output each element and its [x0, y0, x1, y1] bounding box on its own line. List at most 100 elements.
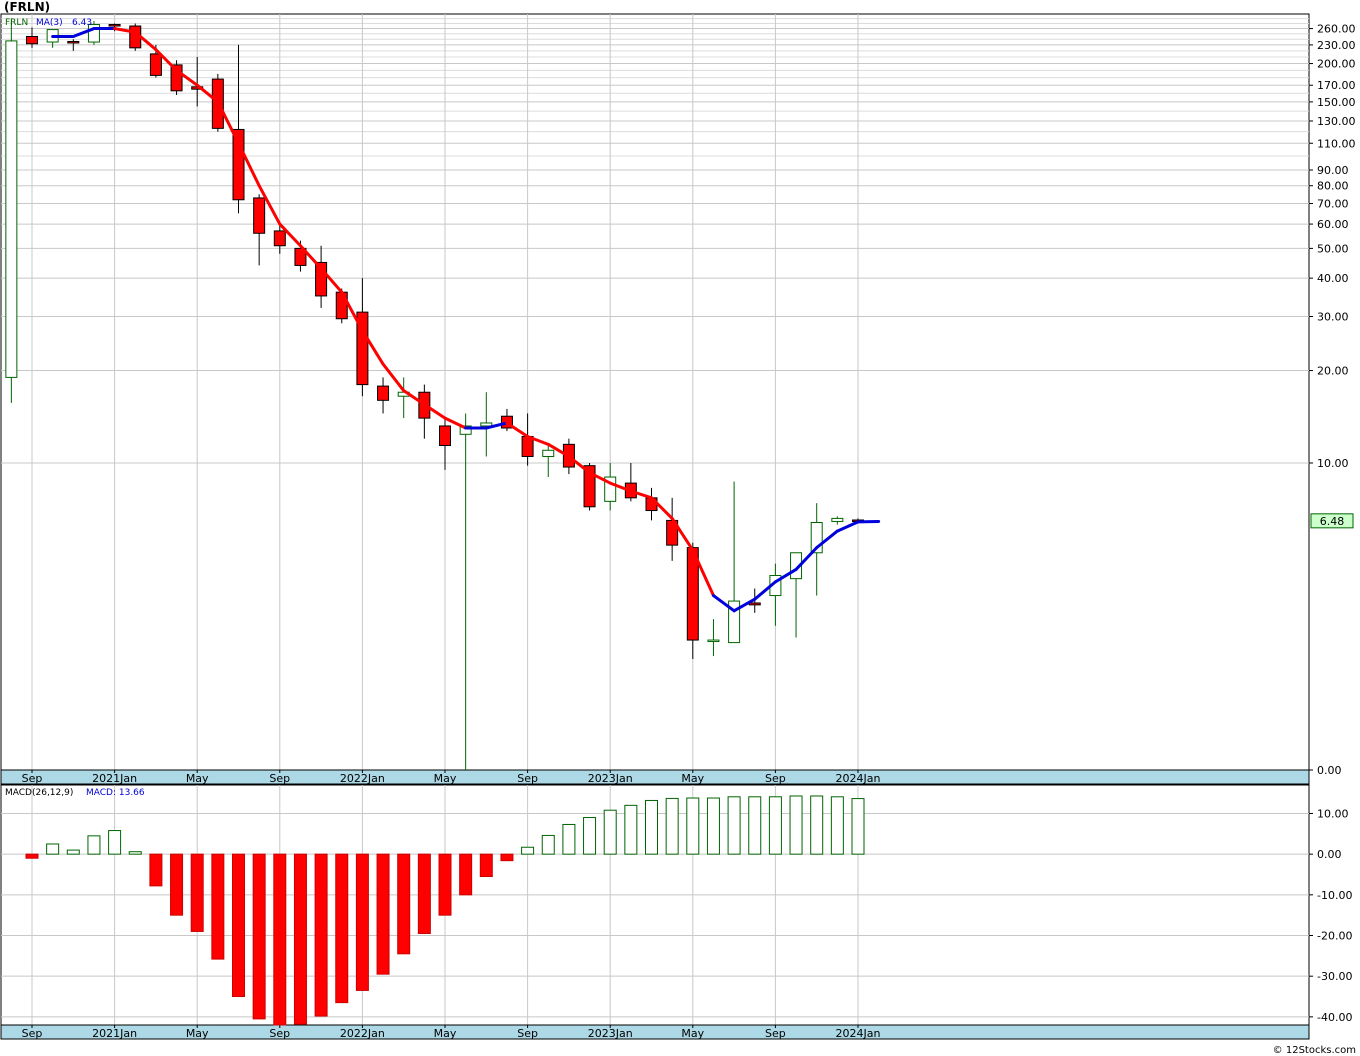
macd-bar-negative — [149, 853, 163, 887]
price-y-tick-label: 200.00 — [1317, 58, 1356, 71]
macd-bar-negative — [376, 853, 390, 975]
last-price-label: 6.48 — [1320, 515, 1345, 528]
macd-y-tick-label: -10.00 — [1317, 889, 1352, 902]
macd-x-tick-label: Sep — [22, 1027, 43, 1040]
price-x-tick-label: May — [434, 772, 457, 785]
price-y-tick-label: 30.00 — [1317, 310, 1349, 323]
macd-bar-positive — [562, 823, 576, 855]
candle-down — [748, 602, 761, 606]
macd-bar-positive — [851, 798, 865, 855]
macd-x-tick-label: Sep — [269, 1027, 290, 1040]
price-x-tick-label: Sep — [269, 772, 290, 785]
price-y-tick-label: 80.00 — [1317, 180, 1349, 193]
macd-bar-negative — [314, 853, 328, 1017]
candle-up — [480, 422, 493, 427]
price-y-tick-label: 130.00 — [1317, 115, 1356, 128]
price-legend-ma-label: MA(3) — [36, 18, 63, 28]
candle-down — [377, 385, 390, 401]
macd-bar-positive — [727, 796, 741, 855]
macd-bar-positive — [87, 835, 101, 855]
macd-y-tick-label: 0.00 — [1317, 848, 1342, 861]
macd-bar-negative — [438, 853, 452, 916]
macd-x-tick-label: May — [681, 1027, 704, 1040]
macd-bar-positive — [768, 796, 782, 855]
copyright-text: © 12Stocks.com — [1272, 1045, 1356, 1056]
macd-bar-negative — [459, 853, 473, 896]
macd-bar-negative — [211, 853, 225, 960]
candle-down — [273, 230, 286, 247]
macd-bar-negative — [355, 853, 369, 991]
macd-x-tick-label: 2024Jan — [836, 1027, 881, 1040]
candle-up — [5, 40, 18, 378]
price-y-tick-label: 10.00 — [1317, 457, 1349, 470]
macd-bar-negative — [190, 853, 204, 932]
macd-bar-positive — [645, 799, 658, 855]
price-y-tick-label: 70.00 — [1317, 198, 1349, 211]
price-y-tick-label: 50.00 — [1317, 242, 1349, 255]
candle-down — [149, 53, 162, 76]
macd-x-tick-label: 2021Jan — [92, 1027, 137, 1040]
macd-x-tick-label: May — [186, 1027, 209, 1040]
price-y-tick-label: 60.00 — [1317, 218, 1349, 231]
macd-bar-positive — [108, 830, 122, 855]
candle-down — [26, 35, 38, 45]
candle-down — [335, 291, 348, 320]
macd-bar-negative — [232, 853, 245, 998]
macd-bar-positive — [686, 797, 700, 855]
macd-bar-negative — [293, 853, 307, 1025]
price-legend-ma-value: 6.43 — [72, 18, 92, 28]
price-x-tick-label: 2021Jan — [92, 772, 137, 785]
price-x-tick-label: Sep — [22, 772, 43, 785]
price-x-tick-label: May — [681, 772, 704, 785]
price-y-tick-label: 20.00 — [1317, 365, 1349, 378]
macd-x-tick-label: Sep — [517, 1027, 538, 1040]
stock-chart: 260.00 230.00 200.00 170.00 150.00 130.00 110.… — [0, 13, 1356, 1040]
macd-bar-negative — [479, 853, 493, 878]
candle-down — [67, 40, 80, 44]
macd-y-tick-label: -20.00 — [1317, 930, 1352, 943]
macd-bar-positive — [810, 795, 824, 855]
macd-bar-positive — [603, 809, 617, 855]
macd-bar-positive — [748, 796, 762, 855]
price-x-tick-label: Sep — [517, 772, 538, 785]
macd-bar-positive — [46, 843, 60, 855]
candle-down — [439, 425, 451, 447]
macd-bar-positive — [706, 797, 720, 855]
candle-down — [253, 197, 266, 234]
price-x-tick-label: 2023Jan — [588, 772, 633, 785]
macd-legend-label: MACD(26,12,9) — [5, 788, 73, 798]
candle-down — [108, 24, 121, 27]
macd-bar-negative — [500, 853, 514, 862]
macd-bar-positive — [789, 795, 803, 855]
price-legend-symbol: FRLN — [5, 18, 28, 28]
price-y-tick-label: 40.00 — [1317, 272, 1349, 285]
macd-bar-positive — [541, 834, 555, 855]
candle-up — [831, 517, 844, 522]
price-y-tick-label: 0.00 — [1317, 764, 1342, 777]
macd-bar-positive — [583, 817, 597, 855]
macd-bar-negative — [335, 853, 349, 1004]
price-x-tick-label: Sep — [765, 772, 786, 785]
macd-bar-negative — [25, 853, 39, 859]
macd-bar-positive — [665, 797, 679, 855]
macd-bar-negative — [252, 853, 266, 1020]
macd-x-tick-label: May — [434, 1027, 457, 1040]
candle-up — [707, 639, 720, 643]
macd-y-tick-label: 10.00 — [1317, 807, 1349, 820]
macd-y-tick-label: -40.00 — [1317, 1011, 1352, 1024]
macd-bar-positive — [128, 851, 142, 855]
macd-bar-positive — [521, 846, 535, 855]
price-y-tick-label: 110.00 — [1317, 137, 1356, 150]
macd-legend-value: MACD: 13.66 — [86, 788, 145, 798]
price-y-tick-label: 260.00 — [1317, 23, 1356, 36]
macd-bar-negative — [170, 853, 184, 916]
macd-y-tick-label: -30.00 — [1317, 970, 1352, 983]
price-y-tick-label: 90.00 — [1317, 164, 1349, 177]
price-x-tick-label: 2022Jan — [340, 772, 385, 785]
macd-bar-negative — [417, 853, 431, 934]
price-x-tick-label: May — [186, 772, 209, 785]
macd-bar-positive — [624, 804, 638, 855]
macd-x-tick-label: 2022Jan — [340, 1027, 385, 1040]
price-y-tick-label: 150.00 — [1317, 96, 1356, 109]
macd-bar-negative — [273, 853, 287, 1026]
